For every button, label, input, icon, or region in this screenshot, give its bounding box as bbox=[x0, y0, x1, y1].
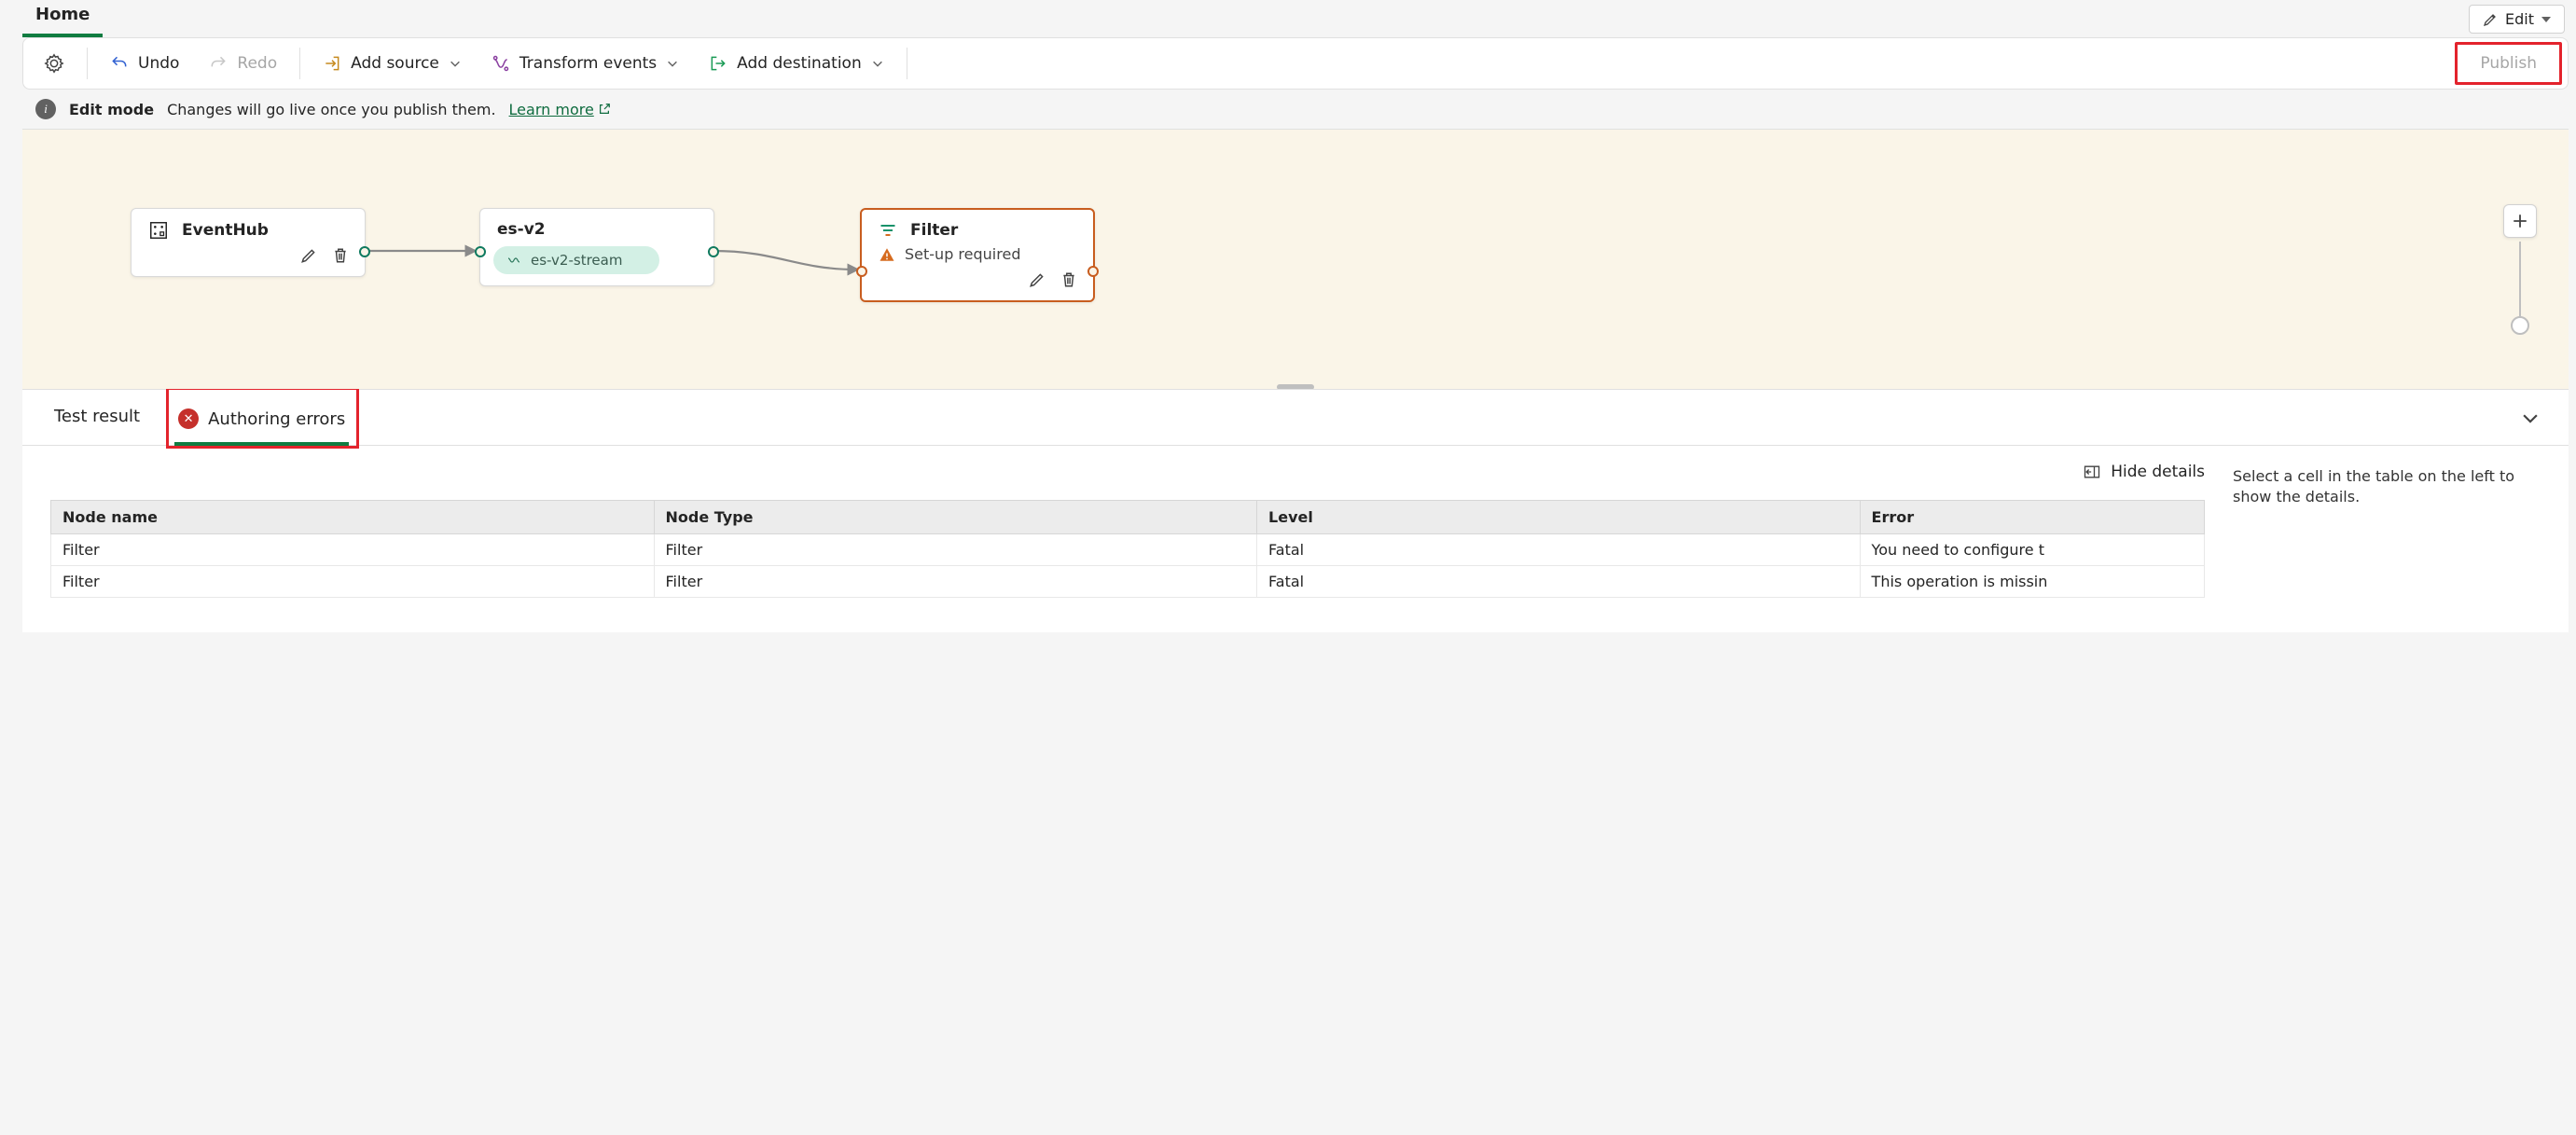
cell-level[interactable]: Fatal bbox=[1257, 534, 1861, 566]
zoom-slider-thumb[interactable] bbox=[2511, 316, 2529, 335]
undo-label: Undo bbox=[138, 54, 179, 73]
table-header-row: Node name Node Type Level Error bbox=[51, 501, 2205, 534]
add-node-button[interactable] bbox=[2503, 204, 2537, 238]
delete-node-button[interactable] bbox=[329, 244, 352, 267]
cell-node-name[interactable]: Filter bbox=[51, 534, 655, 566]
transform-events-label: Transform events bbox=[519, 54, 657, 73]
add-source-label: Add source bbox=[351, 54, 439, 73]
cell-error[interactable]: This operation is missin bbox=[1860, 566, 2204, 598]
delete-node-button[interactable] bbox=[1058, 269, 1080, 291]
chevron-down-icon bbox=[2520, 408, 2541, 428]
design-canvas[interactable]: EventHub es-v2 es-v2-stream F bbox=[22, 130, 2569, 389]
add-destination-icon bbox=[709, 54, 727, 73]
edit-node-button[interactable] bbox=[1026, 269, 1048, 291]
edit-dropdown[interactable]: Edit bbox=[2469, 5, 2565, 34]
cell-node-name[interactable]: Filter bbox=[51, 566, 655, 598]
stream-pill-label: es-v2-stream bbox=[531, 252, 622, 269]
panel-collapse-icon bbox=[2083, 463, 2101, 481]
filter-icon bbox=[879, 221, 897, 240]
node-title: EventHub bbox=[182, 221, 269, 240]
edit-mode-banner: i Edit mode Changes will go live once yo… bbox=[22, 90, 2569, 130]
tab-home[interactable]: Home bbox=[22, 0, 103, 37]
publish-button[interactable]: Publish bbox=[2455, 42, 2562, 85]
output-port[interactable] bbox=[1087, 266, 1099, 277]
transform-icon bbox=[492, 54, 510, 73]
redo-icon bbox=[209, 54, 228, 73]
node-title: Filter bbox=[910, 221, 958, 240]
col-level[interactable]: Level bbox=[1257, 501, 1861, 534]
learn-more-label: Learn more bbox=[509, 101, 594, 118]
tab-authoring-errors[interactable]: ✕ Authoring errors bbox=[174, 394, 349, 446]
add-source-button[interactable]: Add source bbox=[310, 48, 475, 78]
add-source-icon bbox=[323, 54, 341, 73]
errors-table[interactable]: Node name Node Type Level Error Filter F… bbox=[50, 500, 2205, 598]
output-port[interactable] bbox=[359, 246, 370, 257]
node-eventhub[interactable]: EventHub bbox=[131, 208, 366, 277]
pencil-icon bbox=[300, 247, 317, 264]
add-destination-button[interactable]: Add destination bbox=[696, 48, 897, 78]
undo-icon bbox=[110, 54, 129, 73]
error-icon: ✕ bbox=[178, 408, 199, 429]
edit-node-button[interactable] bbox=[298, 244, 320, 267]
caret-down-icon bbox=[2541, 17, 2551, 22]
tab-authoring-errors-label: Authoring errors bbox=[208, 409, 345, 429]
transform-events-button[interactable]: Transform events bbox=[478, 48, 692, 78]
hide-details-button[interactable]: Hide details bbox=[50, 463, 2205, 481]
table-row[interactable]: Filter Filter Fatal This operation is mi… bbox=[51, 566, 2205, 598]
separator bbox=[299, 48, 300, 79]
chevron-down-icon bbox=[666, 57, 679, 70]
hide-details-label: Hide details bbox=[2111, 463, 2205, 481]
gear-icon bbox=[44, 53, 64, 74]
settings-button[interactable] bbox=[31, 48, 77, 79]
chevron-down-icon bbox=[871, 57, 884, 70]
collapse-panel-button[interactable] bbox=[2520, 408, 2541, 428]
info-icon: i bbox=[35, 99, 56, 119]
table-row[interactable]: Filter Filter Fatal You need to configur… bbox=[51, 534, 2205, 566]
undo-button[interactable]: Undo bbox=[97, 48, 192, 78]
separator bbox=[87, 48, 88, 79]
col-node-name[interactable]: Node name bbox=[51, 501, 655, 534]
node-title: es-v2 bbox=[497, 220, 546, 239]
edit-dropdown-label: Edit bbox=[2505, 10, 2534, 28]
cell-node-type[interactable]: Filter bbox=[654, 566, 1257, 598]
stream-pill[interactable]: es-v2-stream bbox=[493, 246, 659, 274]
cell-error[interactable]: You need to configure t bbox=[1860, 534, 2204, 566]
trash-icon bbox=[1060, 271, 1077, 288]
external-link-icon bbox=[598, 103, 611, 116]
node-filter[interactable]: Filter Set-up required bbox=[860, 208, 1095, 302]
input-port[interactable] bbox=[475, 246, 486, 257]
warning-icon bbox=[879, 246, 895, 263]
node-status: Set-up required bbox=[905, 245, 1020, 263]
pencil-icon bbox=[2483, 12, 2498, 27]
input-port[interactable] bbox=[856, 266, 867, 277]
col-node-type[interactable]: Node Type bbox=[654, 501, 1257, 534]
trash-icon bbox=[332, 247, 349, 264]
banner-message: Changes will go live once you publish th… bbox=[167, 101, 495, 118]
toolbar: Undo Redo Add source Transform events Ad… bbox=[22, 37, 2569, 90]
add-destination-label: Add destination bbox=[737, 54, 862, 73]
chevron-down-icon bbox=[449, 57, 462, 70]
detail-placeholder-message: Select a cell in the table on the left t… bbox=[2233, 463, 2541, 604]
col-error[interactable]: Error bbox=[1860, 501, 2204, 534]
banner-title: Edit mode bbox=[69, 101, 154, 118]
plus-icon bbox=[2512, 213, 2528, 229]
eventhub-icon bbox=[148, 220, 169, 241]
tab-test-result[interactable]: Test result bbox=[50, 392, 144, 443]
learn-more-link[interactable]: Learn more bbox=[509, 101, 611, 118]
cell-level[interactable]: Fatal bbox=[1257, 566, 1861, 598]
panel-resize-handle[interactable] bbox=[1277, 384, 1314, 389]
redo-label: Redo bbox=[237, 54, 277, 73]
node-es-v2[interactable]: es-v2 es-v2-stream bbox=[479, 208, 714, 286]
stream-icon bbox=[506, 253, 521, 268]
cell-node-type[interactable]: Filter bbox=[654, 534, 1257, 566]
pencil-icon bbox=[1029, 271, 1046, 288]
bottom-panel: Test result ✕ Authoring errors Hide deta… bbox=[22, 389, 2569, 632]
output-port[interactable] bbox=[708, 246, 719, 257]
redo-button[interactable]: Redo bbox=[196, 48, 290, 78]
